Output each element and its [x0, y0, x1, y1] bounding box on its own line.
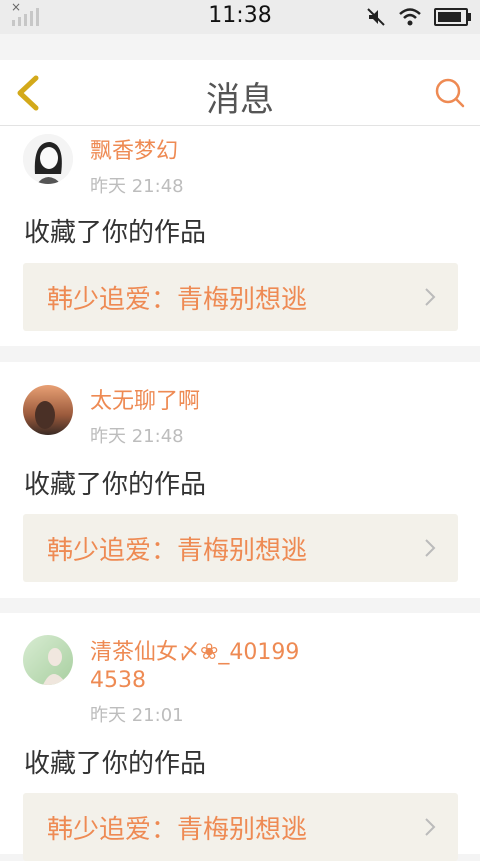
- page-title: 消息: [206, 80, 274, 120]
- work-title: 韩少追爱：青梅别想逃: [47, 285, 308, 315]
- message-card: 太无聊了啊 昨天 21:48 收藏了你的作品 韩少追爱：青梅别想逃: [0, 362, 480, 598]
- work-link[interactable]: 韩少追爱：青梅别想逃: [23, 263, 458, 331]
- message-card: 飘香梦幻 昨天 21:48 收藏了你的作品 韩少追爱：青梅别想逃: [0, 126, 480, 346]
- work-title: 韩少追爱：青梅别想逃: [47, 536, 308, 566]
- work-title: 韩少追爱：青梅别想逃: [47, 815, 308, 845]
- action-text: 收藏了你的作品: [24, 749, 207, 779]
- avatar[interactable]: [23, 635, 73, 685]
- status-bar: × 11:38: [0, 0, 480, 34]
- mute-icon: [367, 8, 385, 26]
- chevron-right-icon: [425, 539, 436, 557]
- timestamp: 昨天 21:48: [90, 176, 184, 197]
- wifi-icon: [399, 8, 421, 26]
- chevron-right-icon: [425, 818, 436, 836]
- username[interactable]: 飘香梦幻: [90, 138, 390, 166]
- search-icon[interactable]: [434, 77, 466, 109]
- battery-icon: [434, 8, 471, 26]
- action-text: 收藏了你的作品: [24, 218, 207, 248]
- app-header: 消息: [0, 60, 480, 126]
- chevron-right-icon: [425, 288, 436, 306]
- message-card: 清茶仙女〆❀_401994538 昨天 21:01 收藏了你的作品 韩少追爱：青…: [0, 613, 480, 861]
- username[interactable]: 太无聊了啊: [90, 388, 390, 416]
- work-link[interactable]: 韩少追爱：青梅别想逃: [23, 514, 458, 582]
- avatar[interactable]: [23, 385, 73, 435]
- work-link[interactable]: 韩少追爱：青梅别想逃: [23, 793, 458, 861]
- action-text: 收藏了你的作品: [24, 470, 207, 500]
- avatar[interactable]: [23, 134, 73, 184]
- timestamp: 昨天 21:01: [90, 705, 184, 726]
- username[interactable]: 清茶仙女〆❀_401994538: [90, 639, 300, 695]
- timestamp: 昨天 21:48: [90, 426, 184, 447]
